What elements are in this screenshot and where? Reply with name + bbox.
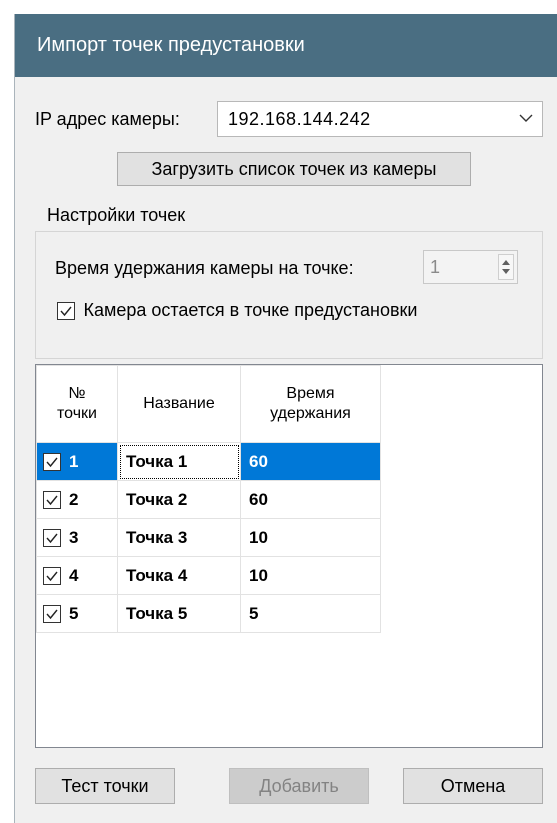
column-header-number[interactable]: № точки (36, 365, 118, 443)
camera-ip-select[interactable]: 192.168.144.242 (217, 101, 543, 137)
column-header-name[interactable]: Название (117, 365, 241, 443)
hold-time-value: 1 (430, 257, 441, 277)
preset-settings-title: Настройки точек (43, 205, 190, 226)
row-checkbox[interactable] (43, 605, 61, 624)
row-number-cell[interactable]: 3 (36, 518, 118, 557)
table-row[interactable]: 4 Точка 4 10 (36, 556, 381, 595)
header-time-line1: Время (286, 385, 335, 402)
hold-time-label: Время удержания камеры на точке: (55, 258, 354, 278)
checkmark-icon (46, 609, 58, 620)
row-number: 5 (69, 603, 79, 623)
row-name-cell[interactable]: Точка 5 (117, 594, 241, 633)
row-number-cell[interactable]: 5 (36, 594, 118, 633)
row-name-cell[interactable]: Точка 1 (117, 442, 241, 481)
table-row[interactable]: 5 Точка 5 5 (36, 594, 381, 633)
cancel-button[interactable]: Отмена (403, 768, 543, 804)
checkmark-icon (46, 457, 58, 468)
spinner-arrows[interactable] (498, 254, 514, 280)
row-number-cell[interactable]: 2 (36, 480, 118, 519)
row-name-cell[interactable]: Точка 2 (117, 480, 241, 519)
row-number-cell[interactable]: 4 (36, 556, 118, 595)
import-presets-dialog: Импорт точек предустановки IP адрес каме… (14, 14, 557, 823)
table-row[interactable]: 3 Точка 3 10 (36, 518, 381, 557)
camera-ip-label: IP адрес камеры: (35, 109, 180, 129)
column-header-time[interactable]: Время удержания (240, 365, 381, 443)
row-checkbox[interactable] (43, 491, 61, 510)
row-time-cell[interactable]: 10 (240, 518, 381, 557)
row-checkbox[interactable] (43, 453, 61, 472)
presets-table: № точки Название Время удержания 1 Точка… (36, 365, 381, 633)
hold-time-spinner[interactable]: 1 (423, 250, 518, 284)
table-header-row: № точки Название Время удержания (36, 365, 381, 443)
stay-at-preset-label: Камера остается в точке предустановки (83, 300, 418, 320)
load-presets-button[interactable]: Загрузить список точек из камеры (117, 152, 471, 186)
stay-at-preset-checkbox[interactable] (57, 301, 75, 320)
row-name-cell[interactable]: Точка 4 (117, 556, 241, 595)
row-time-cell[interactable]: 5 (240, 594, 381, 633)
row-number-cell[interactable]: 1 (36, 442, 118, 481)
row-number: 2 (69, 489, 79, 509)
row-number: 4 (69, 565, 79, 585)
up-down-arrows-icon (502, 260, 510, 274)
checkmark-icon (46, 495, 58, 506)
window-title: Импорт точек предустановки (15, 14, 557, 77)
add-button[interactable]: Добавить (229, 768, 369, 804)
row-checkbox[interactable] (43, 567, 61, 586)
stay-at-preset-row[interactable]: Камера остается в точке предустановки (57, 300, 417, 321)
checkmark-icon (60, 306, 72, 316)
presets-grid[interactable]: № точки Название Время удержания 1 Точка… (35, 364, 543, 748)
row-time-cell[interactable]: 60 (240, 480, 381, 519)
header-time-line2: удержания (270, 405, 351, 422)
test-preset-button[interactable]: Тест точки (35, 768, 175, 804)
header-number-line1: № (68, 385, 86, 402)
checkmark-icon (46, 571, 58, 582)
header-number-line2: точки (57, 405, 97, 422)
row-time-cell[interactable]: 60 (240, 442, 381, 481)
table-row[interactable]: 2 Точка 2 60 (36, 480, 381, 519)
row-name-cell[interactable]: Точка 3 (117, 518, 241, 557)
checkmark-icon (46, 533, 58, 544)
row-checkbox[interactable] (43, 529, 61, 548)
row-number: 3 (69, 527, 79, 547)
header-name-text: Название (143, 395, 215, 412)
row-time-cell[interactable]: 10 (240, 556, 381, 595)
camera-ip-value: 192.168.144.242 (228, 109, 371, 129)
chevron-down-icon (519, 114, 533, 122)
table-row[interactable]: 1 Точка 1 60 (36, 442, 381, 481)
row-number: 1 (69, 451, 79, 471)
